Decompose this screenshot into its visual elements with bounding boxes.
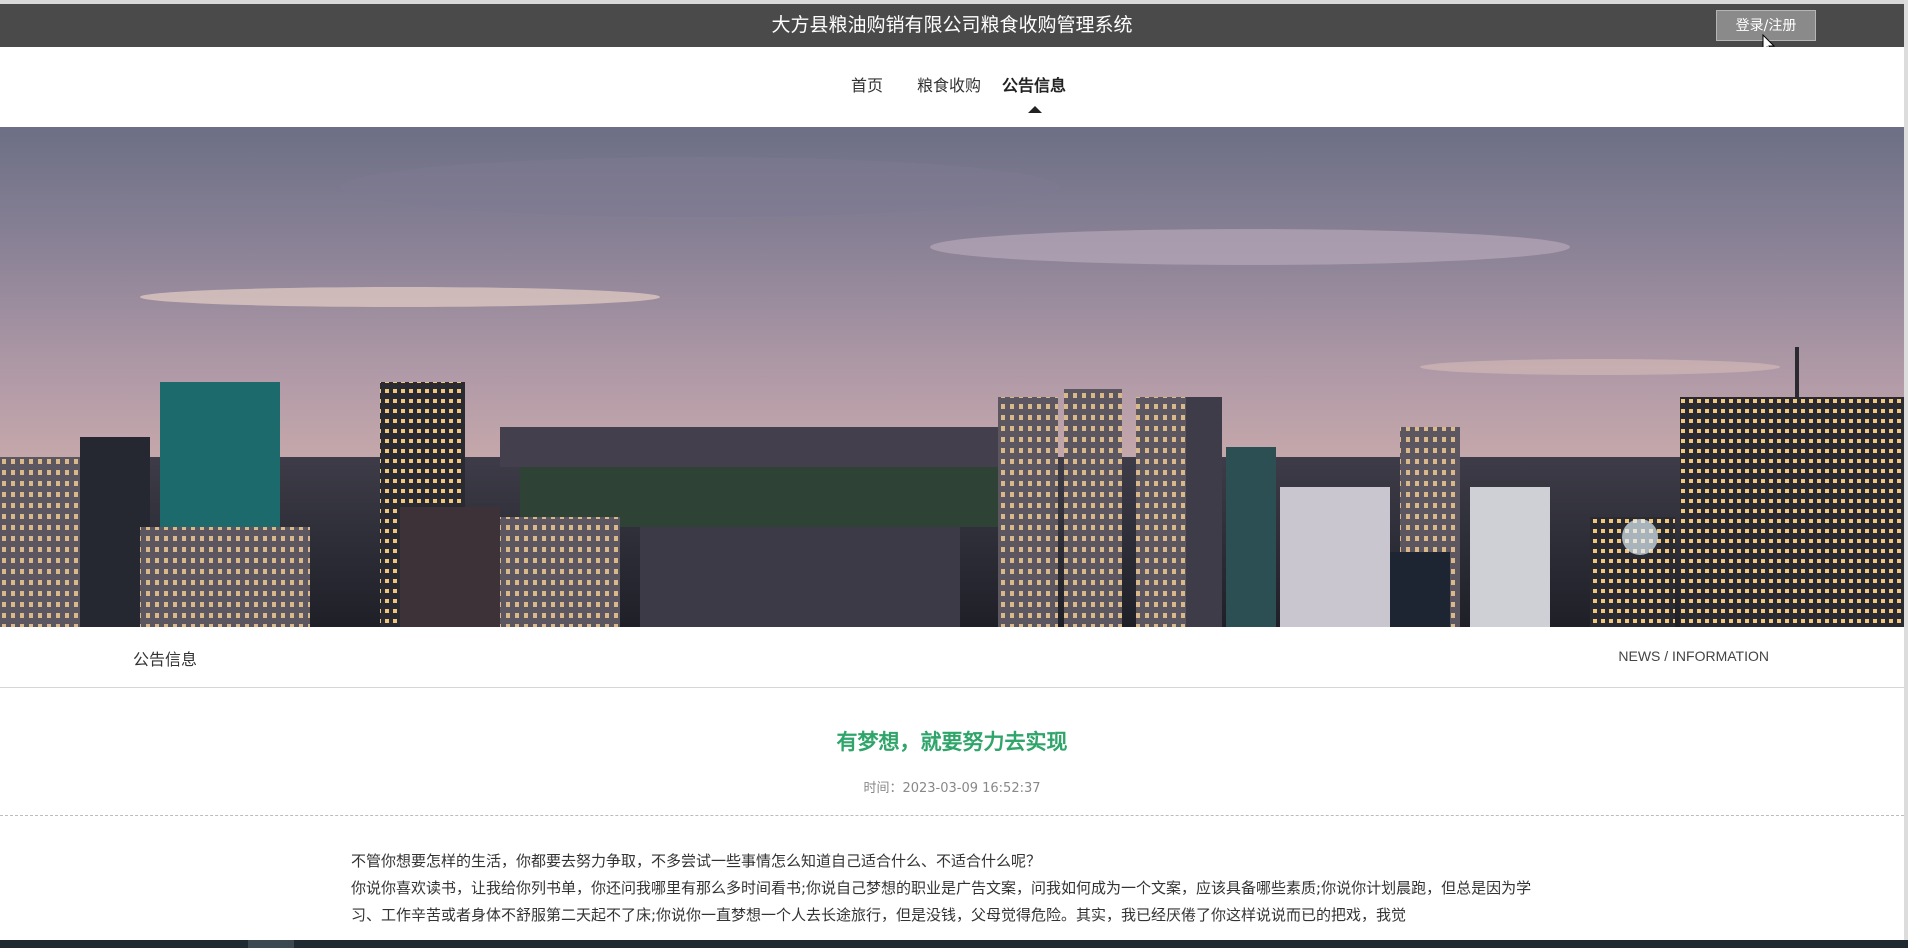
banner-image [0, 127, 1904, 627]
section-bar: 公告信息 NEWS / INFORMATION [0, 627, 1904, 688]
site-header: 大方县粮油购销有限公司粮食收购管理系统 登录/注册 [0, 4, 1904, 47]
main-nav: 首页 粮食收购 公告信息 [0, 47, 1904, 127]
city-skyline-image [0, 127, 1904, 627]
section-title: 公告信息 [133, 650, 198, 669]
article-body: 不管你想要怎样的生活，你都要去努力争取，不多尝试一些事情怎么知道自己适合什么、不… [351, 848, 1547, 929]
article-time: 时间：2023-03-09 16:52:37 [863, 781, 1041, 796]
page: 大方县粮油购销有限公司粮食收购管理系统 登录/注册 首页 粮食收购 公告信息 公… [0, 0, 1908, 948]
section-subtitle: NEWS / INFORMATION [1618, 648, 1769, 664]
article-paragraph: 你说你喜欢读书，让我给你列书单，你还问我哪里有那么多时间看书;你说自己梦想的职业… [351, 879, 1532, 924]
nav-item-announcements[interactable]: 公告信息 [1002, 74, 1066, 98]
divider [0, 815, 1904, 816]
nav-item-home[interactable]: 首页 [851, 74, 883, 98]
site-title: 大方县粮油购销有限公司粮食收购管理系统 [771, 14, 1133, 36]
article-title: 有梦想，就要努力去实现 [836, 730, 1068, 754]
article-paragraph: 不管你想要怎样的生活，你都要去努力争取，不多尝试一些事情怎么知道自己适合什么、不… [351, 852, 1042, 870]
os-taskbar [0, 940, 1908, 948]
caret-up-icon [1028, 106, 1042, 113]
page-right-edge [1904, 0, 1908, 948]
nav-item-grain-purchase[interactable]: 粮食收购 [917, 74, 981, 98]
taskbar-app-button[interactable] [248, 940, 294, 948]
